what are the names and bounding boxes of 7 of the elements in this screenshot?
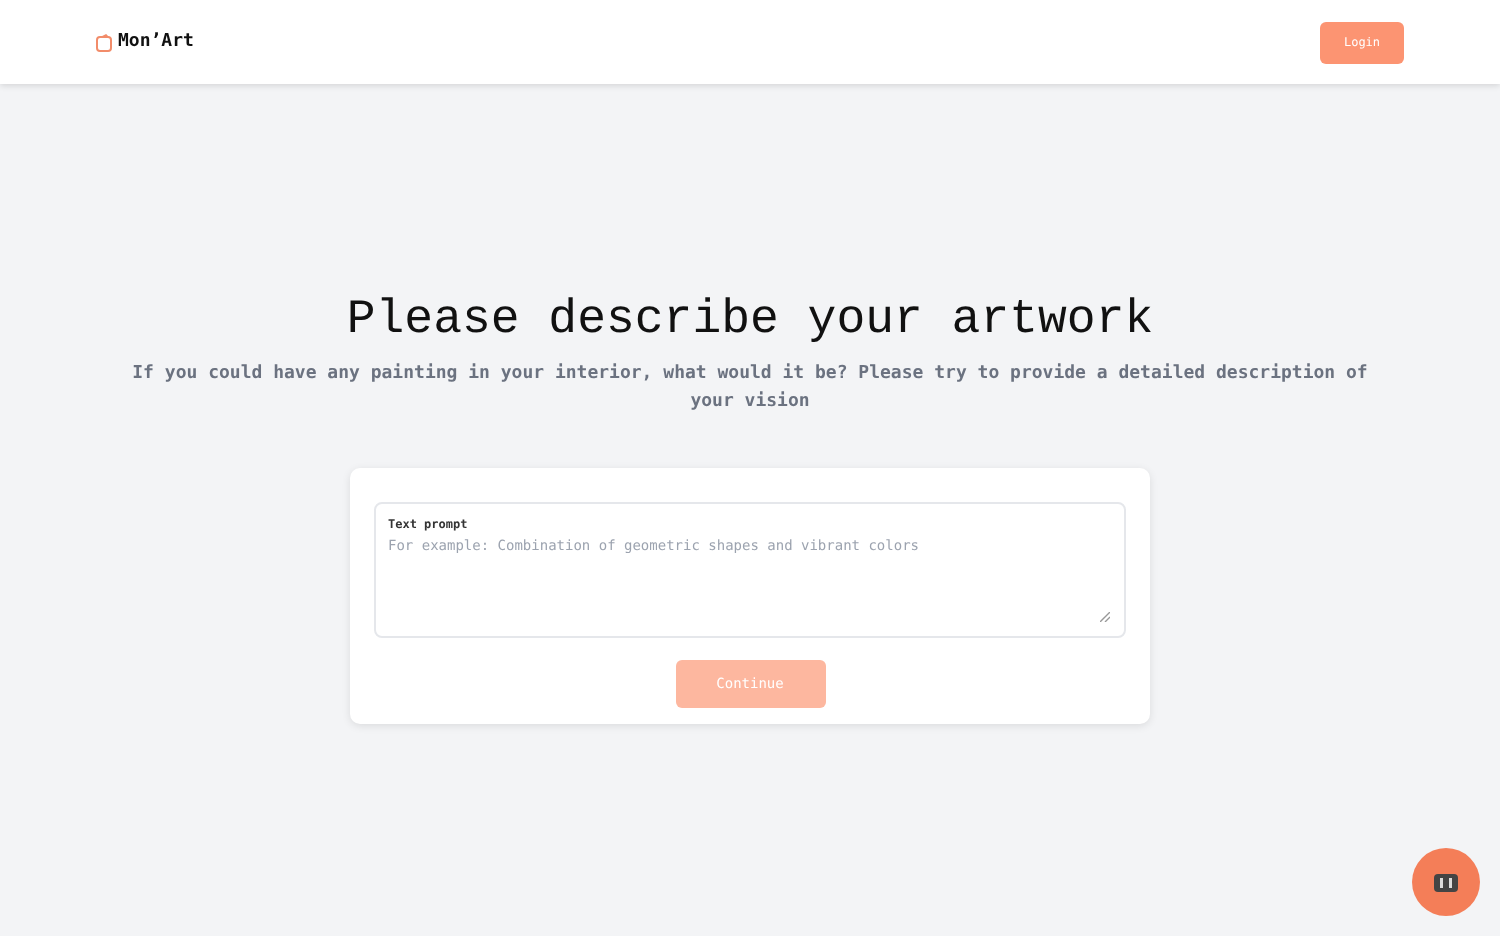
resize-handle-icon[interactable]	[1100, 612, 1110, 622]
logo-text[interactable]: Mon’Art	[118, 32, 194, 52]
frame-icon	[96, 33, 112, 51]
chat-button[interactable]	[1412, 848, 1480, 916]
chat-icon	[1432, 870, 1460, 894]
page-subtitle: If you could have any painting in your interior, what would it be? Please try to provide a detailed description of your vision	[130, 361, 1370, 416]
page-title: Please describe your artwork	[346, 292, 1154, 352]
